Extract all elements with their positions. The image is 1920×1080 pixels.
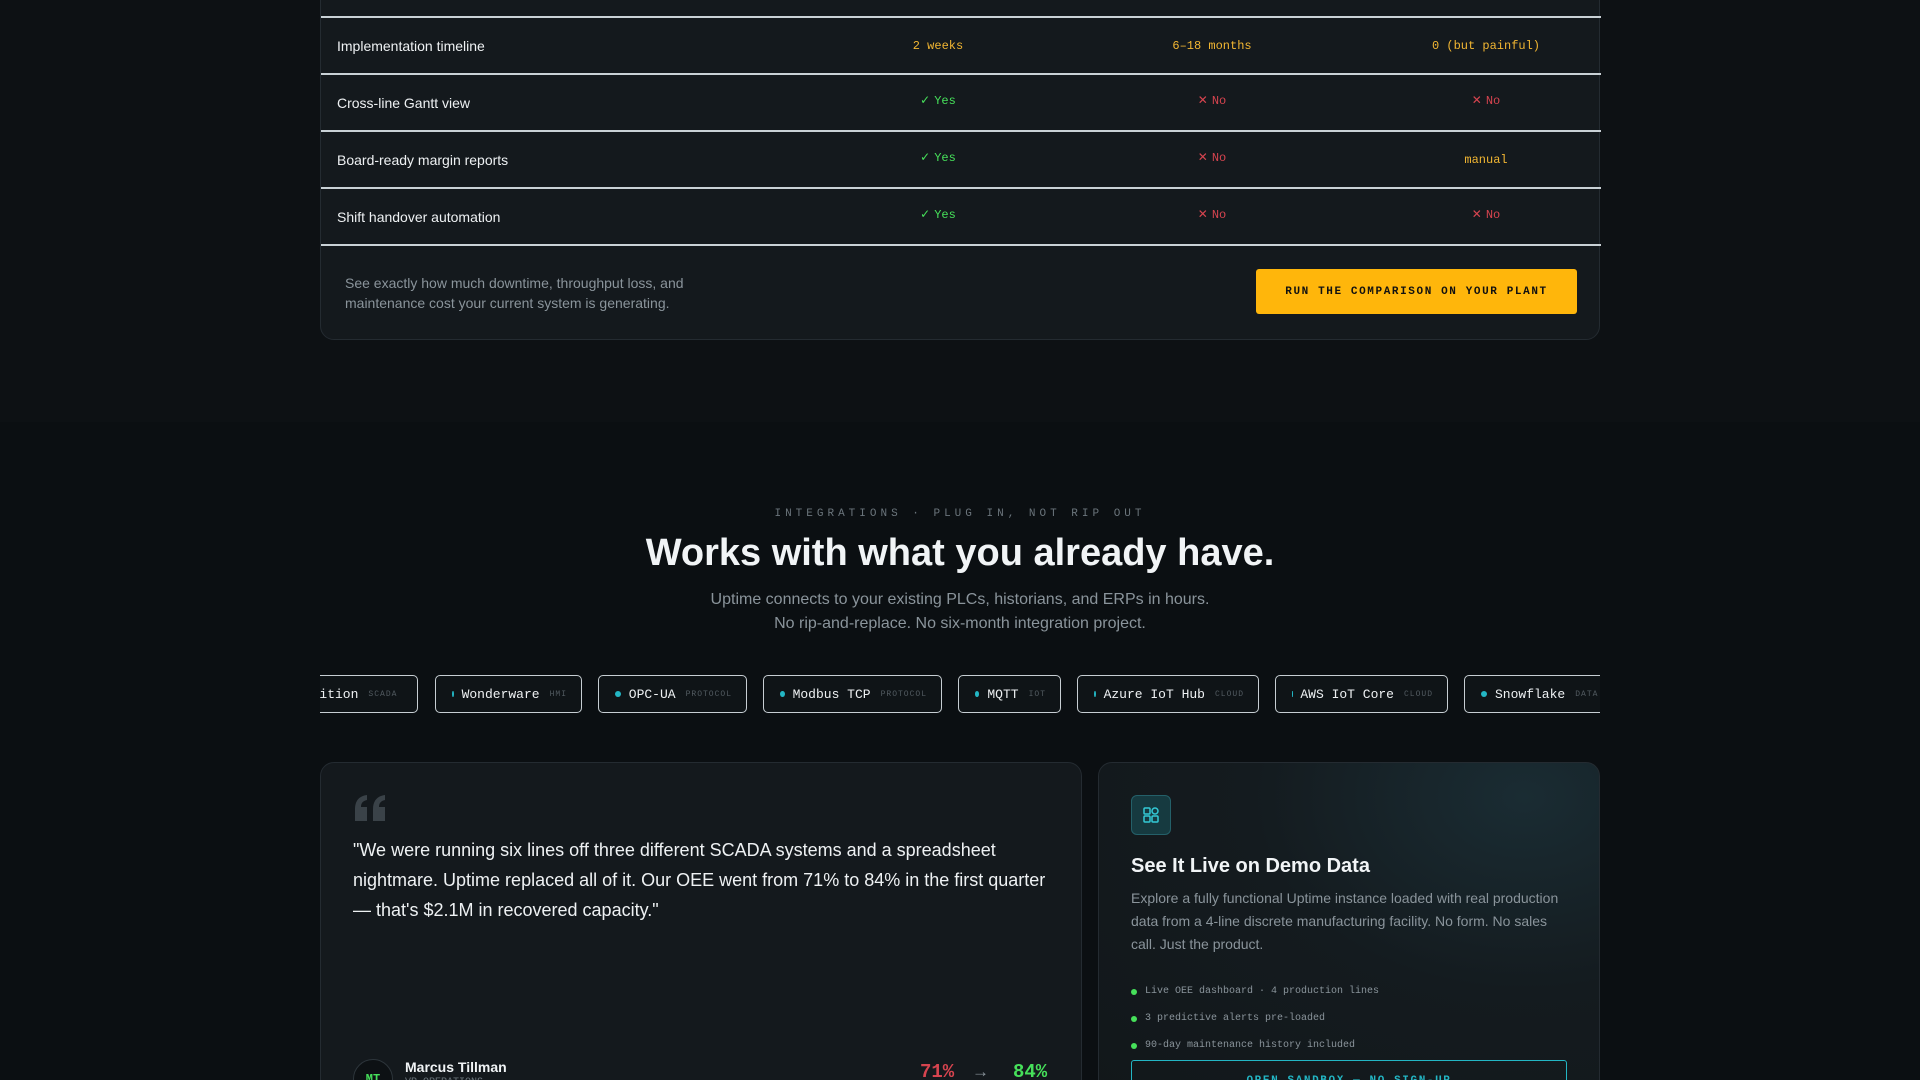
integration-name: Azure IoT Hub (1103, 686, 1205, 702)
status-dot (1481, 691, 1487, 697)
quote-icon (355, 795, 385, 821)
integration-name: Wonderware (461, 686, 540, 702)
metric-before: 71% (920, 1061, 955, 1080)
demo-feature-list: Live OEE dashboard · 4 production lines … (1131, 978, 1379, 1059)
feature-text: 90-day maintenance history included (1145, 1040, 1356, 1051)
integration-chip[interactable]: Wonderware HMI (435, 675, 582, 713)
dashboard-icon (1131, 795, 1171, 835)
check-icon: ✓ (920, 94, 931, 108)
comparison-table: Implementation timeline 2 weeks 6–18 mon… (320, 0, 1601, 340)
cell-value: ✕ No (1075, 130, 1349, 185)
demo-card: See It Live on Demo Data Explore a fully… (1098, 762, 1600, 1080)
integration-chip[interactable]: AWS IoT Core CLOUD (1275, 675, 1448, 713)
integration-tag: CLOUD (1403, 689, 1433, 699)
x-icon: ✕ (1471, 94, 1482, 108)
check-icon: ✓ (920, 151, 931, 165)
metric-after: 84% (1013, 1061, 1048, 1080)
feature-text: Live OEE dashboard · 4 production lines (1145, 986, 1380, 997)
testimonial-quote: "We were running six lines off three dif… (353, 840, 1046, 920)
integration-name: Ignition (320, 686, 359, 702)
person-name: Marcus Tillman (405, 1059, 507, 1075)
cell-value: ✕ No (1075, 187, 1349, 242)
feature-text: 3 predictive alerts pre-loaded (1145, 1013, 1326, 1024)
cell-value: ✓ Yes (801, 187, 1075, 242)
integration-tag: DATA (1575, 689, 1599, 699)
cell-text: No (1211, 93, 1227, 108)
cell-text: No (1211, 207, 1227, 222)
status-dot (1094, 691, 1096, 697)
subline-line-1: Uptime connects to your existing PLCs, h… (710, 591, 1210, 608)
integration-tag: PROTOCOL (880, 689, 927, 699)
table-row: Cross-line Gantt view ✓ Yes ✕ No ✕ No (321, 73, 1601, 130)
feature-label: Implementation timeline (337, 37, 485, 54)
table-row: Shift handover automation ✓ Yes ✕ No ✕ No (321, 187, 1601, 244)
cell-text: Yes (934, 207, 956, 222)
cell-text: No (1211, 150, 1227, 165)
section-headline: Works with what you already have. (645, 532, 1275, 574)
bullet-dot (1131, 988, 1137, 995)
list-item: Live OEE dashboard · 4 production lines (1131, 978, 1379, 1005)
cell-value: 6–18 months (1172, 38, 1252, 53)
cell-value: ✕ No (1349, 73, 1623, 128)
x-icon: ✕ (1471, 208, 1482, 222)
integration-chip[interactable]: Azure IoT Hub CLOUD (1077, 675, 1259, 713)
avatar: MT (353, 1059, 393, 1080)
integration-chip[interactable]: Snowflake DATA (1464, 675, 1600, 713)
table-row: Implementation timeline 2 weeks 6–18 mon… (321, 16, 1601, 73)
integration-chip[interactable]: MQTT IOT (958, 675, 1061, 713)
integration-chip[interactable]: OPC-UA PROTOCOL (598, 675, 747, 713)
status-dot (452, 691, 454, 697)
integration-tag: PROTOCOL (685, 689, 732, 699)
integration-name: Snowflake (1495, 686, 1566, 702)
cell-value: manual (1464, 152, 1508, 167)
list-item: 90-day maintenance history included (1131, 1032, 1379, 1059)
feature-label: Shift handover automation (337, 208, 501, 225)
cell-text: Yes (934, 150, 956, 165)
list-item: 3 predictive alerts pre-loaded (1131, 1005, 1379, 1032)
integration-tag: SCADA (368, 689, 398, 699)
integration-name: MQTT (987, 686, 1019, 702)
table-row: Board-ready margin reports ✓ Yes ✕ No manu… (321, 130, 1601, 187)
footer-note: See exactly how much downtime, throughpu… (345, 275, 684, 311)
cell-value: ✕ No (1349, 187, 1623, 242)
testimonial-card: "We were running six lines off three dif… (320, 762, 1082, 1080)
cell-value: 0 (but painful) (1431, 38, 1541, 53)
bullet-dot (1131, 1042, 1137, 1049)
feature-label: Board-ready margin reports (337, 151, 509, 168)
cell-value: 2 weeks (912, 38, 964, 53)
cell-value: ✓ Yes (801, 130, 1075, 185)
cell-value: ✓ Yes (801, 73, 1075, 128)
x-icon: ✕ (1197, 208, 1208, 222)
integration-chip[interactable]: Modbus TCP PROTOCOL (763, 675, 942, 713)
bullet-dot (1131, 1015, 1137, 1022)
subline-line-2: No rip-and-replace. No six-month integra… (774, 615, 1146, 632)
cell-text: No (1485, 207, 1501, 222)
open-sandbox-button[interactable]: OPEN SANDBOX — NO SIGN-UP (1131, 1060, 1567, 1080)
integration-name: AWS IoT Core (1300, 686, 1394, 702)
comparison-footer: See exactly how much downtime, throughpu… (321, 244, 1601, 339)
integrations-marquee: Ignition SCADA Wonderware HMI OPC-UA PRO… (320, 675, 1600, 715)
cell-text: No (1485, 93, 1501, 108)
cell-value: ✕ No (1075, 73, 1349, 128)
integration-chip[interactable]: Ignition SCADA (320, 675, 418, 713)
section-eyebrow: INTEGRATIONS · PLUG IN, NOT RIP OUT (774, 508, 1146, 520)
feature-label: Cross-line Gantt view (337, 94, 471, 111)
cell-text: Yes (934, 93, 956, 108)
integration-name: OPC-UA (628, 686, 676, 702)
integration-tag: IOT (1028, 689, 1046, 699)
demo-title: See It Live on Demo Data (1131, 855, 1370, 877)
check-icon: ✓ (920, 208, 931, 222)
integration-name: Modbus TCP (792, 686, 871, 702)
section-subline: Uptime connects to your existing PLCs, h… (0, 588, 1920, 636)
integration-tag: HMI (549, 689, 567, 699)
x-icon: ✕ (1197, 94, 1208, 108)
status-dot (615, 691, 621, 697)
demo-description: Explore a fully functional Uptime instan… (1131, 890, 1559, 952)
status-dot (780, 691, 785, 697)
status-dot (975, 691, 980, 697)
arrow-right-icon: → (972, 1062, 989, 1080)
run-comparison-button[interactable]: RUN THE COMPARISON ON YOUR PLANT (1256, 269, 1577, 314)
x-icon: ✕ (1197, 151, 1208, 165)
integration-tag: CLOUD (1214, 689, 1244, 699)
